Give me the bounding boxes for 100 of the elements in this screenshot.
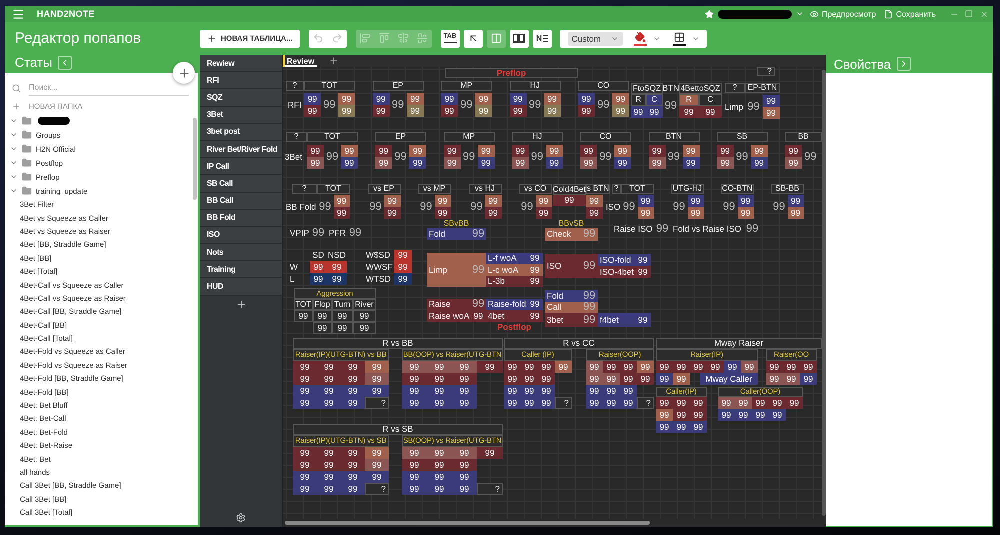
- column-header: vs EP: [368, 184, 400, 194]
- stat-value: 99: [365, 361, 389, 373]
- stat-value: 99: [690, 421, 707, 433]
- popup-item[interactable]: Training: [200, 261, 282, 278]
- stat-value: 99: [293, 459, 317, 471]
- numbering-button[interactable]: N: [532, 30, 552, 48]
- plus-icon: [207, 34, 217, 44]
- panels-button[interactable]: [510, 30, 529, 48]
- section-header: R vs BB: [293, 338, 503, 349]
- stat-value: 99: [538, 397, 555, 409]
- stat-value: 99: [317, 373, 341, 385]
- popup-item[interactable]: Rewiew: [200, 55, 282, 72]
- stat-value: 99: [325, 150, 340, 164]
- popup-item[interactable]: IP Call: [200, 158, 282, 176]
- question-mark: ?: [286, 81, 304, 91]
- stat-value: 99: [538, 373, 555, 385]
- stat-value: 99: [365, 385, 389, 397]
- column-header: HJ: [510, 81, 561, 91]
- stat-value: 99: [409, 157, 426, 169]
- stat-value: 99: [752, 397, 769, 409]
- stat-value: 99: [419, 200, 434, 214]
- stat-value: 99: [317, 483, 341, 495]
- stat-value: 99: [332, 322, 353, 334]
- table-title: BBvSB: [558, 220, 586, 228]
- stat-value: 99: [372, 93, 390, 105]
- arrow-button[interactable]: [464, 30, 483, 48]
- stat-value: 99: [718, 409, 735, 421]
- column-header: Flop: [313, 299, 332, 310]
- scrollbar[interactable]: [822, 70, 826, 516]
- maximize-button[interactable]: [963, 8, 975, 20]
- stat-value: 99: [427, 397, 452, 409]
- stat-value: 99: [441, 93, 458, 105]
- stat-value: 99: [598, 150, 613, 164]
- column-header: HJ: [512, 132, 563, 142]
- add-stat-button[interactable]: [173, 62, 195, 84]
- stat-value: 99: [452, 459, 477, 471]
- column-header: FtoSQZ: [631, 83, 663, 94]
- stat-value: 99: [471, 228, 486, 240]
- lines-icon: [543, 35, 548, 42]
- column-header: CO-BTN: [721, 184, 754, 194]
- add-tab-button[interactable]: [328, 55, 339, 67]
- scrollbar[interactable]: [285, 521, 650, 525]
- collapse-button[interactable]: [58, 56, 72, 70]
- search-field[interactable]: Поиск...: [29, 80, 189, 96]
- stat-value: 99: [332, 310, 353, 322]
- scrollbar[interactable]: [193, 118, 197, 200]
- row-label: L-c woA: [486, 264, 527, 276]
- star-icon[interactable]: [704, 10, 714, 18]
- folder-item[interactable]: [10, 114, 70, 128]
- stat-value: 99: [673, 421, 690, 433]
- stat-value: 99: [317, 385, 341, 397]
- stat-value: 99: [394, 250, 412, 261]
- stat-value: 99: [353, 310, 376, 322]
- row-label: ISO-4bet: [598, 266, 635, 278]
- collapse-button[interactable]: [897, 57, 912, 71]
- stat-value: 99: [581, 302, 598, 313]
- stat-value: 99: [750, 157, 768, 169]
- stat-value: 99: [586, 385, 603, 397]
- question-mark: ?: [365, 397, 389, 409]
- popup-item[interactable]: SQZ: [200, 89, 282, 107]
- popup-item[interactable]: Nots: [200, 244, 282, 262]
- stat-value: 99: [504, 373, 521, 385]
- style-select[interactable]: Custom: [568, 32, 624, 46]
- stat-value: 99: [762, 95, 780, 107]
- stat-value: 99: [368, 200, 383, 214]
- maximize-icon: [965, 10, 973, 18]
- stat-value: 99: [586, 397, 603, 409]
- menu-button[interactable]: [11, 7, 25, 21]
- popup-item[interactable]: HUD: [200, 278, 282, 296]
- question-mark: ?: [757, 67, 775, 76]
- panel-title: Редактор попапов: [15, 29, 142, 48]
- stat-value: 99: [475, 105, 492, 117]
- stat-value: 99: [666, 150, 682, 164]
- popup-item[interactable]: BB Fold: [200, 210, 282, 227]
- stat-value: 99: [294, 310, 313, 322]
- stat-value: 99: [620, 361, 637, 373]
- stat-value: 99: [722, 200, 736, 214]
- row-label: W$SD: [365, 250, 392, 261]
- stat-value: 99: [341, 145, 358, 157]
- stat-value: 99: [406, 105, 424, 117]
- align-icon: [398, 33, 409, 44]
- undo-icon: [312, 33, 324, 44]
- popup-item[interactable]: RFI: [200, 72, 282, 90]
- popup-item[interactable]: BB Call: [200, 192, 282, 210]
- stat-value: 99: [546, 157, 563, 169]
- settings-button[interactable]: [236, 513, 246, 523]
- popup-item[interactable]: ISO: [200, 226, 282, 244]
- row-label: 3Bet: [284, 150, 304, 164]
- popup-item[interactable]: River Bet/River Fold: [200, 140, 282, 158]
- section-title: Статы: [15, 55, 52, 71]
- stat-value: 99: [646, 106, 663, 118]
- stat-value: 99: [766, 373, 783, 385]
- add-popup-button[interactable]: [236, 298, 246, 310]
- popup-item[interactable]: SB Call: [200, 175, 282, 192]
- caret-icon[interactable]: [796, 10, 804, 18]
- popup-item[interactable]: 3Bet: [200, 106, 282, 124]
- popup-item[interactable]: 3bet post: [200, 124, 282, 141]
- stat-value: 99: [637, 373, 654, 385]
- stat-value: 99: [656, 409, 673, 421]
- stat-value: 99: [402, 373, 427, 385]
